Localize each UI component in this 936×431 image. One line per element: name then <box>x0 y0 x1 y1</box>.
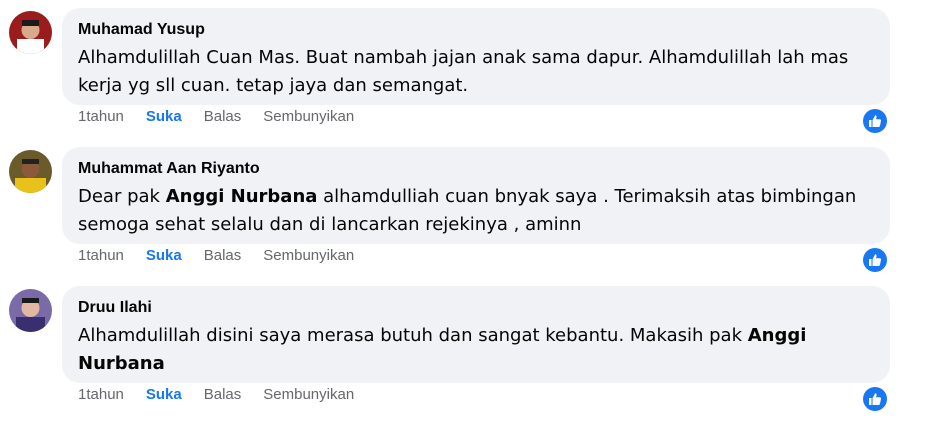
thumbs-up-icon[interactable] <box>863 248 887 272</box>
avatar[interactable] <box>9 289 52 332</box>
comment-author[interactable]: Druu Ilahi <box>78 298 874 318</box>
comment-actions: 1tahun Suka Balas Sembunyikan <box>78 107 376 127</box>
comment-text: Dear pak Anggi Nurbana alhamdulliah cuan… <box>78 183 874 239</box>
comment: Muhammat Aan Riyanto Dear pak Anggi Nurb… <box>0 139 936 278</box>
comment-bubble: Muhamad Yusup Alhamdulillah Cuan Mas. Bu… <box>62 8 890 105</box>
reply-button[interactable]: Balas <box>204 107 242 127</box>
reply-button[interactable]: Balas <box>204 385 242 405</box>
avatar[interactable] <box>9 150 52 193</box>
thumbs-up-icon[interactable] <box>863 109 887 133</box>
comment-text: Alhamdulillah Cuan Mas. Buat nambah jaja… <box>78 44 874 100</box>
comment: Druu Ilahi Alhamdulillah disini saya mer… <box>0 278 936 417</box>
reply-button[interactable]: Balas <box>204 246 242 266</box>
hide-button[interactable]: Sembunyikan <box>263 107 354 127</box>
comment-time[interactable]: 1tahun <box>78 107 124 127</box>
hide-button[interactable]: Sembunyikan <box>263 246 354 266</box>
avatar[interactable] <box>9 11 52 54</box>
comment-time[interactable]: 1tahun <box>78 385 124 405</box>
comment-bubble: Muhammat Aan Riyanto Dear pak Anggi Nurb… <box>62 147 890 244</box>
comment-text-segment: Alhamdulillah disini saya merasa butuh d… <box>78 325 748 346</box>
hide-button[interactable]: Sembunyikan <box>263 385 354 405</box>
thumbs-up-icon[interactable] <box>863 387 887 411</box>
avatar-image <box>9 150 52 193</box>
avatar-image <box>9 11 52 54</box>
comment-text: Alhamdulillah disini saya merasa butuh d… <box>78 322 874 378</box>
comment-time[interactable]: 1tahun <box>78 246 124 266</box>
like-button[interactable]: Suka <box>146 246 182 266</box>
mention-link[interactable]: Anggi Nurbana <box>166 186 318 207</box>
avatar-image <box>9 289 52 332</box>
comment-author[interactable]: Muhammat Aan Riyanto <box>78 159 874 179</box>
comment-actions: 1tahun Suka Balas Sembunyikan <box>78 385 376 405</box>
comment-author[interactable]: Muhamad Yusup <box>78 20 874 40</box>
like-button[interactable]: Suka <box>146 385 182 405</box>
comment-actions: 1tahun Suka Balas Sembunyikan <box>78 246 376 266</box>
comment-text-segment: Alhamdulillah Cuan Mas. Buat nambah jaja… <box>78 47 849 96</box>
comment-text-segment: Dear pak <box>78 186 166 207</box>
comment: Muhamad Yusup Alhamdulillah Cuan Mas. Bu… <box>0 0 936 139</box>
like-button[interactable]: Suka <box>146 107 182 127</box>
comment-bubble: Druu Ilahi Alhamdulillah disini saya mer… <box>62 286 890 383</box>
